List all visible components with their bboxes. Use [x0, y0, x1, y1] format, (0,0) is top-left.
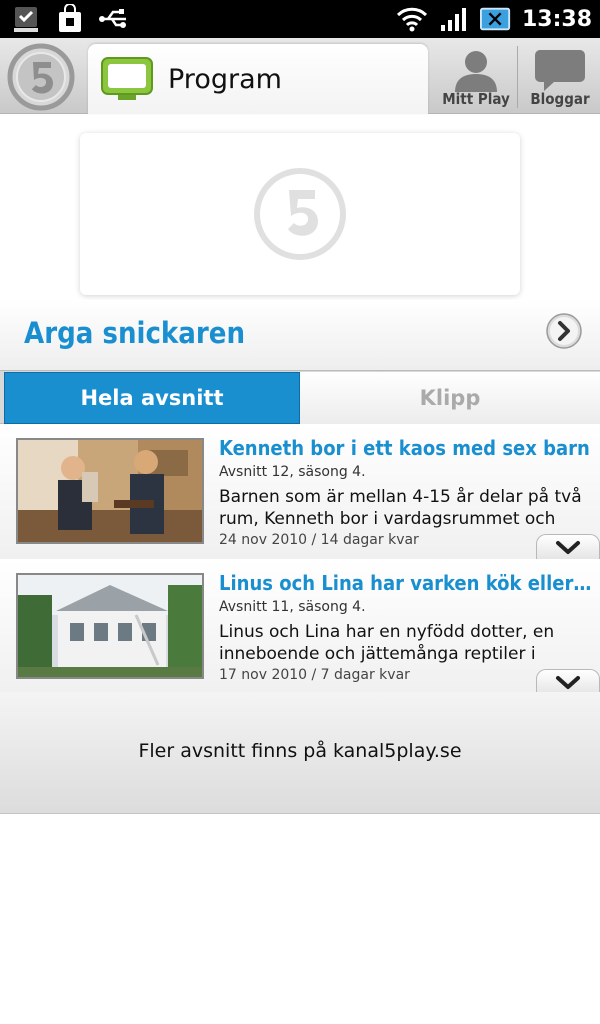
shopping-bag-icon	[54, 4, 86, 34]
episode-description: Barnen som är mellan 4-15 år delar på tv…	[219, 487, 582, 529]
episode-thumbnail	[16, 573, 204, 679]
show-header[interactable]: Arga snickaren	[0, 300, 600, 370]
program-label: Program	[168, 64, 282, 95]
episode-season: Avsnitt 11, säsong 4.	[219, 599, 366, 615]
nav-bloggar-label: Bloggar	[530, 90, 590, 108]
chevron-down-icon	[556, 675, 580, 689]
episode-row[interactable]: Linus och Lina har varken kök eller t… A…	[0, 559, 600, 695]
tab-program[interactable]: Program	[88, 44, 428, 114]
episode-row[interactable]: Kenneth bor i ett kaos med sex barn Avsn…	[0, 424, 600, 560]
usb-icon	[98, 4, 130, 34]
episode-thumbnail	[16, 438, 204, 544]
nav-bloggar[interactable]: Bloggar	[520, 44, 600, 114]
more-episodes-footer[interactable]: Fler avsnitt finns på kanal5play.se	[0, 692, 600, 814]
kanal5-logo-icon	[7, 43, 75, 111]
episode-title: Kenneth bor i ett kaos med sex barn	[219, 436, 590, 460]
clock: 13:38	[521, 6, 592, 32]
tv-icon	[100, 56, 154, 102]
kanal5-placeholder-icon	[254, 168, 346, 260]
kanal5-logo-button[interactable]	[6, 42, 76, 112]
show-details-button[interactable]	[545, 312, 583, 350]
featured-image-card[interactable]	[80, 133, 520, 295]
more-episodes-link[interactable]: Fler avsnitt finns på kanal5play.se	[0, 740, 600, 762]
wifi-icon	[396, 4, 428, 34]
download-done-icon	[10, 4, 42, 34]
nav-mitt-play-label: Mitt Play	[442, 90, 510, 108]
episode-date: 17 nov 2010 / 7 dagar kvar	[219, 667, 410, 683]
show-title: Arga snickaren	[24, 316, 246, 350]
battery-icon	[479, 4, 512, 34]
user-icon	[455, 51, 497, 92]
expand-button[interactable]	[536, 534, 600, 560]
nav-divider	[517, 46, 518, 108]
app-bar: Program Mitt Play Bloggar	[0, 38, 600, 114]
episode-date: 24 nov 2010 / 14 dagar kvar	[219, 532, 419, 548]
signal-icon	[438, 4, 470, 34]
tab-hela-avsnitt[interactable]: Hela avsnitt	[4, 372, 300, 424]
chevron-right-icon	[546, 313, 582, 349]
nav-mitt-play[interactable]: Mitt Play	[436, 44, 516, 114]
chevron-down-icon	[556, 540, 580, 554]
episode-description: Linus och Lina har en nyfödd dotter, en …	[219, 622, 555, 664]
episode-title: Linus och Lina har varken kök eller t…	[219, 571, 597, 595]
episode-season: Avsnitt 12, säsong 4.	[219, 464, 366, 480]
episode-tabs: Hela avsnitt Klipp	[0, 370, 600, 424]
status-bar: 13:38	[0, 0, 600, 38]
tab-klipp[interactable]: Klipp	[300, 372, 600, 424]
speech-bubble-icon	[535, 50, 585, 91]
